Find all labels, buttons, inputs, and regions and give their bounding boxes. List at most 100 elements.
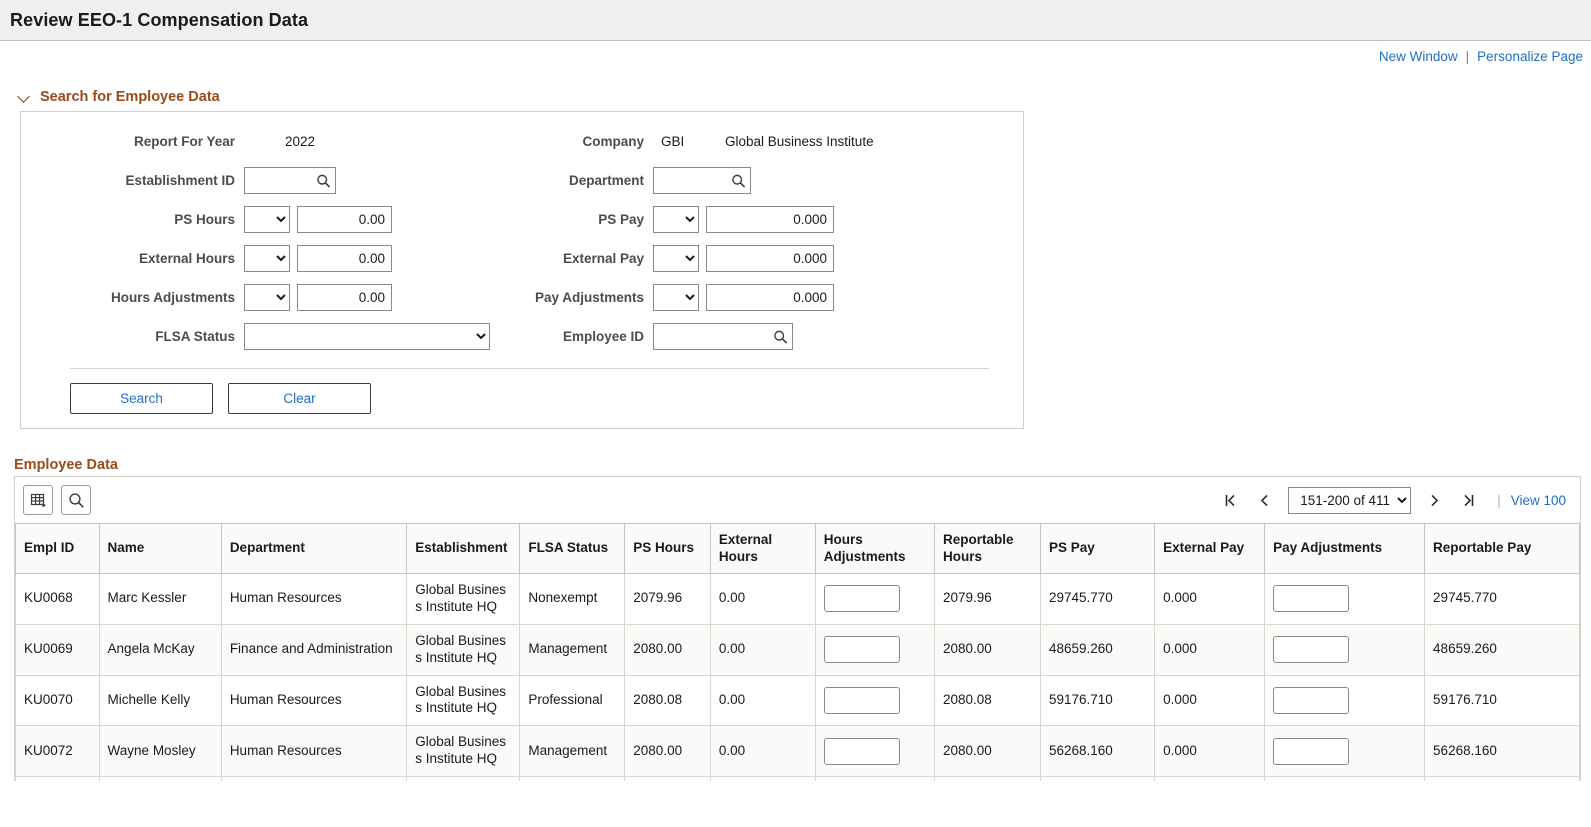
cell-reportable-hours: 2080.00	[934, 725, 1041, 777]
cell-flsa-status: Nonexempt	[519, 776, 626, 781]
cell-department: Finance and Administration	[221, 623, 408, 676]
hours-adjustments-input[interactable]	[823, 636, 900, 664]
new-window-link[interactable]: New Window	[1379, 49, 1458, 64]
column-header-empl-id[interactable]: Empl ID	[15, 523, 100, 574]
column-header-pay-adjustments[interactable]: Pay Adjustments	[1264, 523, 1426, 574]
column-header-external-hours[interactable]: External Hours	[710, 523, 816, 574]
top-links-row: New Window | Personalize Page	[0, 41, 1591, 71]
hours-adjustments-input[interactable]	[823, 737, 900, 765]
page-header: Review EEO-1 Compensation Data	[0, 0, 1591, 41]
cell-external-hours: 0.00	[710, 776, 816, 781]
chevron-down-icon	[18, 91, 31, 104]
column-header-flsa-status[interactable]: FLSA Status	[519, 523, 626, 574]
cell-external-hours: 0.00	[710, 623, 816, 676]
pay-adjustments-input[interactable]	[706, 284, 834, 311]
external-pay-input[interactable]	[706, 245, 834, 272]
cell-pay-adjustments	[1264, 674, 1426, 727]
external-pay-label: External Pay	[562, 251, 644, 266]
column-header-department[interactable]: Department	[221, 523, 408, 574]
cell-ps-pay: 29745.770	[1040, 573, 1156, 625]
ps-pay-input[interactable]	[706, 206, 834, 233]
page-range-select[interactable]: 151-200 of 411	[1288, 486, 1412, 514]
cell-establishment: Global Business Institute HQ	[406, 725, 521, 777]
hours-adjustments-input[interactable]	[297, 284, 392, 311]
column-header-external-pay[interactable]: External Pay	[1154, 523, 1266, 574]
hours-adjustments-input[interactable]	[823, 585, 900, 613]
hours-adjustments-input[interactable]	[823, 686, 900, 714]
cell-external-pay: 0.000	[1154, 573, 1266, 625]
cell-empl-id: KU0073	[15, 776, 100, 781]
last-page-icon[interactable]	[1451, 486, 1485, 514]
cell-ps-pay: 56268.160	[1040, 725, 1156, 777]
cell-pay-adjustments	[1264, 623, 1426, 676]
cell-name: Erik Viscus	[99, 776, 222, 781]
pay-adjustments-input[interactable]	[1273, 686, 1350, 714]
search-section-title: Search for Employee Data	[40, 89, 220, 105]
search-button[interactable]: Search	[70, 383, 213, 414]
search-icon[interactable]	[773, 329, 788, 344]
clear-button[interactable]: Clear	[228, 383, 371, 414]
cell-external-pay: 0.000	[1154, 725, 1266, 777]
cell-ps-hours: 2080.00	[624, 725, 711, 777]
column-header-hours-adjustments[interactable]: Hours Adjustments	[815, 523, 936, 574]
grid-view-icon[interactable]	[23, 485, 53, 515]
ps-hours-operator-select[interactable]	[244, 206, 290, 233]
pay-adjustments-input[interactable]	[1273, 585, 1350, 613]
pay-adjustments-input[interactable]	[1273, 737, 1350, 765]
employee-id-input[interactable]	[653, 323, 793, 350]
flsa-status-select[interactable]	[244, 323, 490, 350]
cell-hours-adjustments	[815, 776, 936, 781]
company-row: Company GBI Global Business Institute	[533, 122, 1003, 161]
column-header-name[interactable]: Name	[99, 523, 222, 574]
pager-separator: |	[1497, 492, 1501, 508]
column-header-reportable-hours[interactable]: Reportable Hours	[934, 523, 1041, 574]
search-icon[interactable]	[731, 173, 746, 188]
employee-data-title: Employee Data	[14, 457, 118, 473]
cell-ps-pay: 59176.710	[1040, 674, 1156, 727]
column-header-establishment[interactable]: Establishment	[406, 523, 521, 574]
view-100-link[interactable]: View 100	[1511, 493, 1572, 508]
cell-empl-id: KU0072	[15, 725, 100, 777]
flsa-status-row: FLSA Status	[21, 317, 533, 356]
cell-empl-id: KU0069	[15, 623, 100, 676]
first-page-icon[interactable]	[1214, 486, 1248, 514]
column-header-ps-hours[interactable]: PS Hours	[624, 523, 711, 574]
grid-search-icon[interactable]	[61, 485, 91, 515]
cell-name: Michelle Kelly	[99, 674, 222, 727]
department-lookup-wrap	[653, 167, 751, 194]
cell-reportable-hours: 0.00	[934, 776, 1041, 781]
external-pay-operator-select[interactable]	[653, 245, 699, 272]
company-code: GBI	[661, 134, 685, 149]
next-page-icon[interactable]	[1417, 486, 1451, 514]
cell-department: Human Resources	[221, 674, 408, 727]
search-form-left-column: Report For Year 2022 Establishment ID PS…	[21, 122, 533, 356]
cell-name: Wayne Mosley	[99, 725, 222, 777]
cell-reportable-hours: 2079.96	[934, 573, 1041, 625]
report-for-year-label: Report For Year	[133, 134, 235, 149]
pay-adjustments-input[interactable]	[1273, 636, 1350, 664]
pay-adjustments-operator-select[interactable]	[653, 284, 699, 311]
table-row: KU0069 Angela McKay Finance and Administra…	[15, 623, 1580, 676]
pagination-controls: 151-200 of 411 | View 100	[1214, 486, 1572, 514]
ps-hours-input[interactable]	[297, 206, 392, 233]
search-section-toggle[interactable]: Search for Employee Data	[18, 89, 220, 105]
personalize-page-link[interactable]: Personalize Page	[1477, 49, 1583, 64]
cell-flsa-status: Management	[519, 725, 626, 777]
cell-reportable-hours: 2080.00	[934, 623, 1041, 676]
ps-pay-operator-select[interactable]	[653, 206, 699, 233]
previous-page-icon[interactable]	[1248, 486, 1282, 514]
column-header-reportable-pay[interactable]: Reportable Pay	[1424, 523, 1580, 574]
cell-hours-adjustments	[815, 623, 936, 676]
external-hours-operator-select[interactable]	[244, 245, 290, 272]
column-header-ps-pay[interactable]: PS Pay	[1040, 523, 1156, 574]
grid-toolbar: 151-200 of 411 | View 100	[15, 477, 1580, 523]
search-icon[interactable]	[316, 173, 331, 188]
ps-pay-label: PS Pay	[598, 212, 644, 227]
ps-pay-row: PS Pay	[533, 200, 1003, 239]
external-hours-input[interactable]	[297, 245, 392, 272]
cell-external-hours: 0.00	[710, 674, 816, 727]
cell-hours-adjustments	[815, 674, 936, 727]
company-name: Global Business Institute	[725, 134, 874, 149]
hours-adjustments-operator-select[interactable]	[244, 284, 290, 311]
employee-table-body: KU0068 Marc Kessler Human Resources Global …	[15, 573, 1580, 781]
